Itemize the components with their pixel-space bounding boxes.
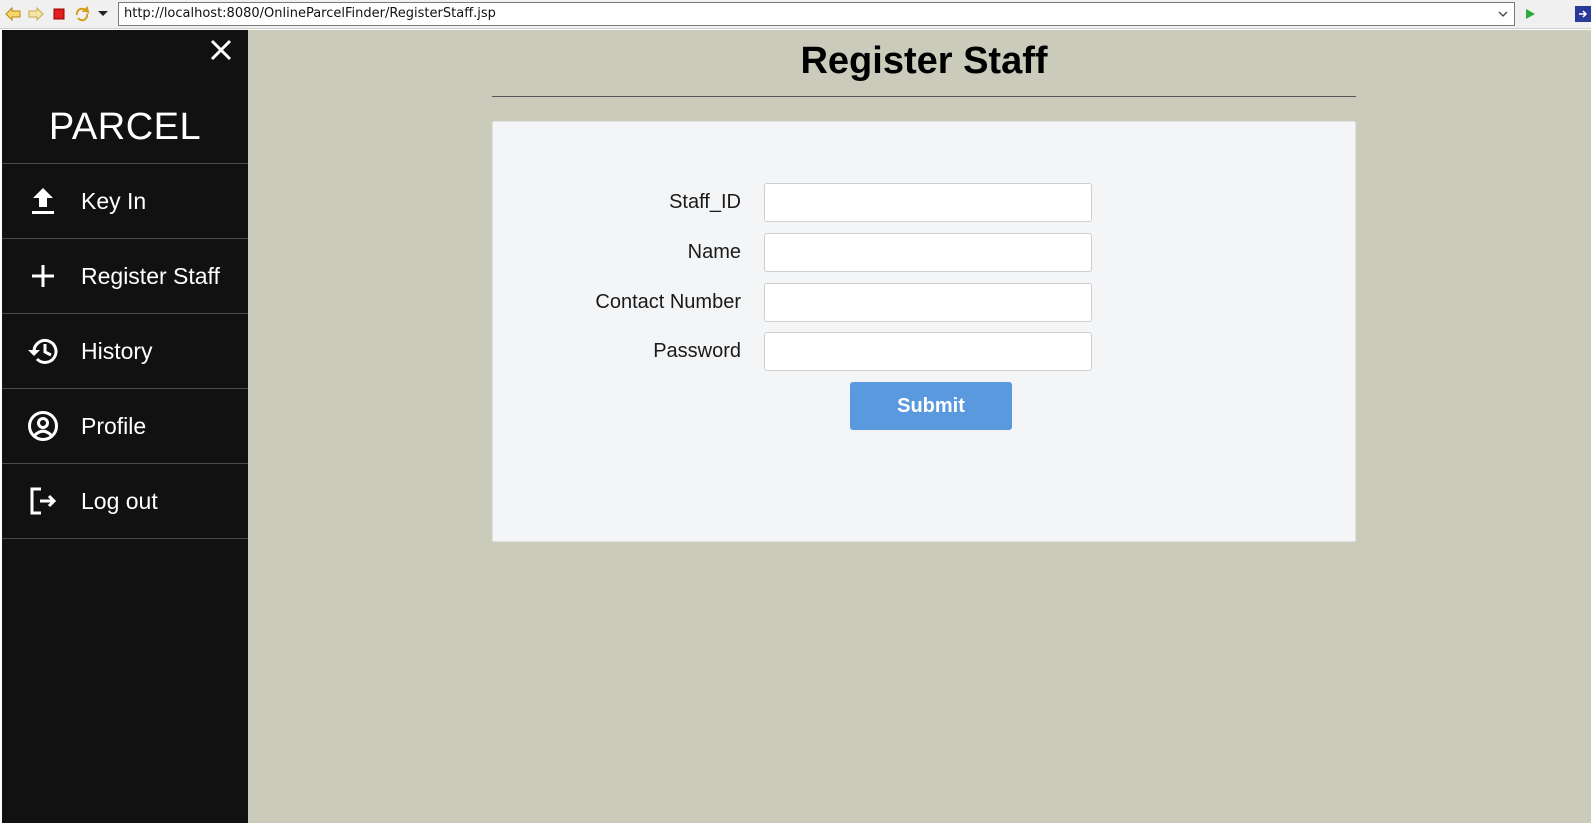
play-icon[interactable] (1522, 6, 1538, 22)
name-label: Name (687, 241, 741, 263)
sidebar-item-label: Key In (81, 187, 147, 214)
account-circle-icon (26, 409, 60, 443)
address-bar[interactable]: http://localhost:8080/OnlineParcelFinder… (118, 2, 1515, 26)
sidebar-item-history[interactable]: History (2, 314, 248, 389)
submit-button[interactable]: Submit (850, 382, 1012, 430)
extension-icon[interactable] (1575, 6, 1591, 22)
password-label: Password (653, 340, 741, 362)
sidebar-item-register-staff[interactable]: Register Staff (2, 239, 248, 314)
chevron-down-icon[interactable] (95, 6, 111, 22)
logout-icon (26, 484, 60, 518)
sidebar-item-profile[interactable]: Profile (2, 389, 248, 464)
sidebar-item-label: Register Staff (81, 262, 220, 289)
sidebar: PARCEL Key In Register Staff History Pro… (0, 30, 248, 823)
close-icon[interactable] (206, 35, 236, 65)
password-input[interactable] (764, 332, 1092, 371)
name-input[interactable] (764, 233, 1092, 272)
url-text: http://localhost:8080/OnlineParcelFinder… (124, 6, 496, 21)
staff-id-label: Staff_ID (669, 191, 741, 213)
browser-toolbar: http://localhost:8080/OnlineParcelFinder… (0, 0, 1591, 29)
back-arrow-icon[interactable] (5, 6, 21, 22)
form-row-staff-id: Staff_ID (493, 183, 1357, 222)
staff-id-input[interactable] (764, 183, 1092, 222)
refresh-icon[interactable] (74, 6, 90, 22)
page-title: Register Staff (800, 40, 1048, 82)
sidebar-item-label: Profile (81, 412, 147, 439)
form-row-contact-number: Contact Number (493, 283, 1357, 322)
upload-icon (26, 184, 60, 218)
history-icon (26, 334, 60, 368)
brand-title: PARCEL (48, 106, 202, 148)
register-staff-form: Staff_ID Name Contact Number Password Su… (492, 121, 1356, 542)
stop-icon[interactable] (51, 6, 67, 22)
forward-arrow-icon[interactable] (28, 6, 44, 22)
contact-number-input[interactable] (764, 283, 1092, 322)
form-row-name: Name (493, 233, 1357, 272)
title-divider (492, 96, 1356, 97)
sidebar-menu: Key In Register Staff History Profile Lo… (2, 163, 248, 539)
main-content: Register Staff Staff_ID Name Contact Num… (248, 30, 1591, 823)
form-row-password: Password (493, 332, 1357, 371)
sidebar-item-label: History (81, 337, 153, 364)
sidebar-item-log-out[interactable]: Log out (2, 464, 248, 539)
contact-number-label: Contact Number (595, 291, 741, 313)
sidebar-item-label: Log out (81, 487, 158, 514)
plus-icon (26, 259, 60, 293)
address-dropdown-icon[interactable] (1496, 3, 1510, 25)
sidebar-item-key-in[interactable]: Key In (2, 164, 248, 239)
